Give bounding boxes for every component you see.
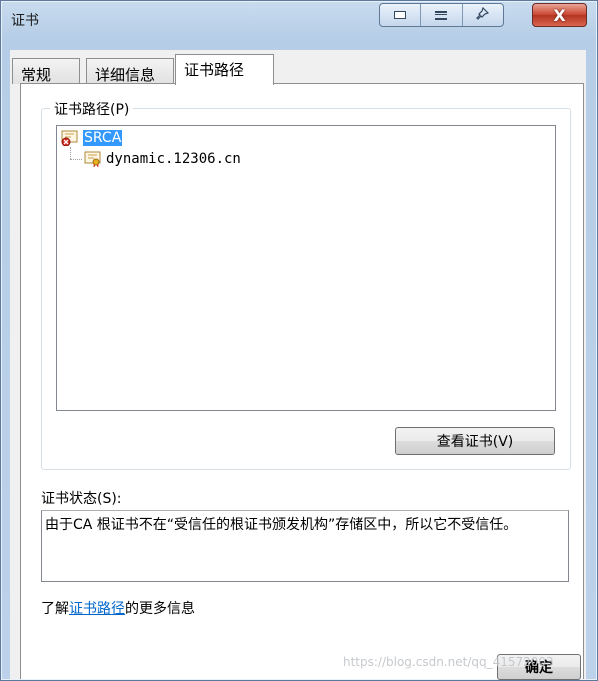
tab-panel-certification-path: 证书路径(P) SRCA dynamic.12306.cn 查看证书(V) 证书… bbox=[20, 83, 584, 680]
caption-button-1[interactable] bbox=[380, 4, 422, 26]
learn-more-text: 了解证书路径的更多信息 bbox=[41, 598, 195, 618]
watermark: https://blog.csdn.net/qq_41572003 bbox=[343, 655, 554, 669]
title-bar[interactable]: 证书 X bbox=[1, 1, 597, 37]
close-icon: X bbox=[553, 5, 566, 25]
tab-details[interactable]: 详细信息 bbox=[86, 58, 174, 84]
caption-button-3[interactable] bbox=[463, 4, 503, 26]
group-legend: 证书路径(P) bbox=[50, 99, 134, 119]
caption-button-group bbox=[379, 3, 504, 27]
tree-connector-horizontal bbox=[70, 159, 82, 160]
window-title: 证书 bbox=[11, 13, 39, 29]
certificate-path-tree[interactable]: SRCA dynamic.12306.cn bbox=[56, 125, 556, 411]
tab-certification-path[interactable]: 证书路径 bbox=[175, 54, 274, 85]
untrusted-certificate-icon bbox=[61, 130, 79, 147]
pin-icon bbox=[476, 6, 490, 23]
learn-more-suffix: 的更多信息 bbox=[125, 601, 195, 617]
close-button[interactable]: X bbox=[532, 3, 587, 27]
tree-node-root[interactable]: SRCA bbox=[61, 129, 123, 147]
learn-more-prefix: 了解 bbox=[41, 601, 69, 617]
view-certificate-button[interactable]: 查看证书(V) bbox=[395, 427, 555, 455]
certification-path-group: 证书路径(P) SRCA dynamic.12306.cn 查看证书(V) bbox=[41, 99, 571, 470]
certification-path-link[interactable]: 证书路径 bbox=[69, 601, 125, 617]
window-icon bbox=[394, 11, 407, 19]
caption-button-2[interactable] bbox=[421, 4, 463, 26]
certificate-icon bbox=[84, 151, 102, 168]
certificate-status-text[interactable]: 由于CA 根证书不在“受信任的根证书颁发机构”存储区中，所以它不受信任。 bbox=[41, 510, 569, 582]
tree-node-root-label: SRCA bbox=[83, 130, 123, 146]
tree-connector-vertical bbox=[70, 147, 71, 159]
tab-general[interactable]: 常规 bbox=[12, 58, 80, 84]
tree-node-child[interactable]: dynamic.12306.cn bbox=[84, 150, 241, 168]
tree-node-child-label: dynamic.12306.cn bbox=[106, 151, 241, 167]
layout-icon bbox=[435, 10, 448, 20]
certificate-status-label: 证书状态(S): bbox=[41, 491, 122, 507]
